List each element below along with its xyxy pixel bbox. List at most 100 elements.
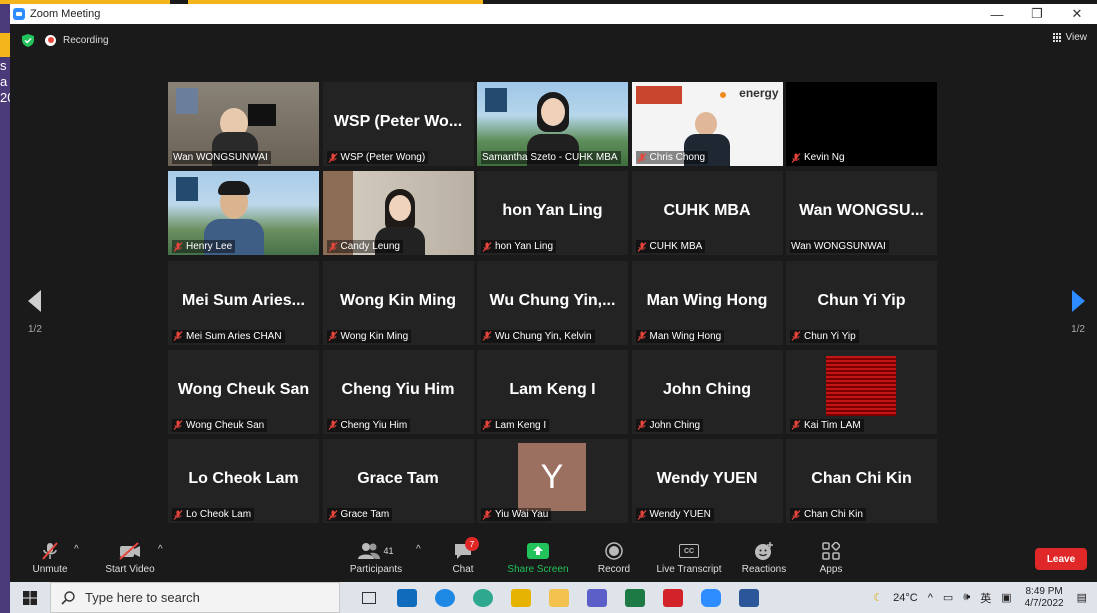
muted-mic-icon [328, 331, 341, 341]
excel-icon[interactable] [616, 582, 654, 613]
participant-tile[interactable]: Lam Keng I Lam Keng I [477, 349, 628, 434]
desktop: { "window": {"title": "Zoom Meeting", "m… [0, 0, 1097, 613]
muted-mic-icon [637, 509, 650, 520]
participant-name-display: Wu Chung Yin,... [489, 291, 616, 309]
record-button[interactable]: Record [594, 540, 634, 575]
participant-label-text: Chan Chi Kin [804, 509, 863, 521]
record-icon [605, 542, 623, 560]
volume-icon[interactable]: 🕪 [963, 591, 970, 604]
outlook-icon[interactable] [388, 582, 426, 613]
taskbar-apps [350, 582, 768, 613]
live-transcript-button[interactable]: CC Live Transcript [654, 540, 724, 575]
participant-name-display: Lam Keng I [509, 380, 596, 398]
participant-name-label: Chun Yi Yip [790, 329, 859, 343]
share-screen-icon [527, 543, 549, 559]
clock-date: 4/7/2022 [1024, 597, 1064, 609]
reactions-button[interactable]: Reactions [738, 540, 790, 575]
input-method-indicator[interactable]: 英 [980, 590, 991, 606]
participant-name-label: Wendy YUEN [635, 508, 714, 522]
record-label: Record [597, 564, 631, 575]
view-label: View [1065, 32, 1088, 43]
participant-tile[interactable]: Mei Sum Aries... Mei Sum Aries CHAN [168, 260, 319, 345]
zoom-taskbar-icon[interactable] [692, 582, 730, 613]
unmute-button[interactable]: Unmute [28, 540, 72, 575]
participant-tile[interactable]: Cheng Yiu Him Cheng Yiu Him [322, 349, 474, 434]
participant-tile[interactable]: Wong Cheuk San Wong Cheuk San [168, 349, 319, 434]
teams-icon[interactable] [578, 582, 616, 613]
participant-tile[interactable]: Samantha Szeto - CUHK MBA [477, 82, 628, 166]
participant-label-text: John Ching [649, 419, 701, 431]
show-hidden-icons-icon[interactable]: ^ [928, 592, 933, 604]
participant-tile[interactable]: John Ching John Ching [631, 349, 783, 434]
participant-label-text: Candy Leung [340, 241, 401, 253]
internet-explorer-icon[interactable] [426, 582, 464, 613]
temperature[interactable]: 24°C [893, 592, 918, 604]
network-icon[interactable]: ▭ [943, 591, 953, 604]
muted-mic-icon [482, 331, 495, 341]
participants-options-caret[interactable]: ^ [416, 544, 421, 555]
audio-options-caret[interactable]: ^ [74, 544, 79, 555]
participant-tile[interactable]: Chun Yi Yip Chun Yi Yip [786, 260, 937, 345]
participant-tile[interactable]: Henry Lee [168, 171, 319, 256]
taskbar-clock[interactable]: 8:49 PM 4/7/2022 [1025, 586, 1064, 610]
muted-mic-icon [173, 420, 186, 431]
participant-tile[interactable]: Y Yiu Wai Yau [477, 439, 628, 524]
participant-tile[interactable]: Wu Chung Yin,... Wu Chung Yin, Kelvin [477, 260, 628, 345]
leave-button[interactable]: Leave [1035, 548, 1087, 570]
participant-label-text: Grace Tam [340, 509, 390, 521]
participant-tile[interactable]: Wendy YUEN Wendy YUEN [631, 439, 783, 524]
next-page-arrow-icon[interactable] [1071, 290, 1085, 312]
energy-logo-text: energy [739, 86, 779, 100]
start-video-button[interactable]: Start Video [102, 540, 158, 575]
participant-tile[interactable]: Candy Leung [322, 171, 474, 256]
task-view-icon[interactable] [350, 582, 388, 613]
participants-button[interactable]: 41 Participants [346, 540, 406, 575]
participant-tile[interactable]: Man Wing Hong Man Wing Hong [631, 260, 783, 345]
participant-label-text: hon Yan Ling [495, 241, 554, 253]
share-screen-button[interactable]: Share Screen [506, 540, 570, 575]
participant-tile[interactable]: Wan WONGSUNWAI [168, 82, 319, 166]
previous-page-arrow-icon[interactable] [28, 290, 42, 312]
edge-icon[interactable] [464, 582, 502, 613]
participant-label-text: Kai Tim LAM [804, 419, 861, 431]
participant-tile[interactable]: energy Chris Chong [631, 82, 783, 166]
participant-name-label: Wong Kin Ming [326, 329, 412, 343]
notifications-icon[interactable]: ▤ [1077, 591, 1087, 604]
encryption-shield-icon[interactable] [22, 33, 34, 47]
video-off-icon [119, 542, 140, 560]
acrobat-icon[interactable] [654, 582, 692, 613]
muted-microphone-icon [42, 542, 58, 560]
ses-app-icon[interactable] [502, 582, 540, 613]
participant-tile[interactable]: Kevin Ng [786, 82, 937, 166]
participant-tile[interactable]: WSP (Peter Wo... WSP (Peter Wong) [322, 82, 474, 166]
start-button[interactable] [10, 582, 50, 613]
participant-tile[interactable]: Lo Cheok Lam Lo Cheok Lam [168, 439, 319, 524]
participant-tile[interactable]: Grace Tam Grace Tam [322, 439, 474, 524]
chat-button[interactable]: 7 Chat [446, 537, 480, 575]
file-explorer-icon[interactable] [540, 582, 578, 613]
word-icon[interactable] [730, 582, 768, 613]
taskbar-search-box[interactable]: Type here to search [50, 582, 340, 613]
video-options-caret[interactable]: ^ [158, 544, 163, 555]
live-transcript-label: Live Transcript [656, 564, 722, 575]
participant-name-display: WSP (Peter Wo... [333, 113, 463, 130]
participant-tile[interactable]: Wong Kin Ming Wong Kin Ming [322, 260, 474, 345]
participant-tile[interactable]: Wan WONGSU... Wan WONGSUNWAI [786, 171, 937, 256]
weather-moon-icon[interactable]: ☾ [873, 591, 883, 604]
participant-tile[interactable]: Kai Tim LAM [786, 349, 937, 434]
close-button[interactable]: ✕ [1057, 4, 1097, 24]
minimize-button[interactable]: — [977, 4, 1017, 24]
participant-tile[interactable]: CUHK MBA CUHK MBA [631, 171, 783, 256]
restore-button[interactable]: ❐ [1017, 4, 1057, 24]
muted-mic-icon [328, 420, 341, 431]
participant-label-text: Henry Lee [186, 241, 233, 253]
apps-button[interactable]: Apps [816, 540, 846, 575]
participant-label-text: Wong Cheuk San [186, 419, 265, 431]
participant-tile[interactable]: hon Yan Ling hon Yan Ling [477, 171, 628, 256]
participant-tile[interactable]: Chan Chi Kin Chan Chi Kin [786, 439, 937, 524]
participant-name-display: Wong Kin Ming [339, 291, 457, 309]
participant-name-label: Chris Chong [635, 151, 709, 164]
participant-name-label: Man Wing Hong [635, 329, 725, 343]
ime-settings-icon[interactable]: ▣ [1001, 591, 1011, 604]
view-button[interactable]: View [1052, 32, 1088, 43]
